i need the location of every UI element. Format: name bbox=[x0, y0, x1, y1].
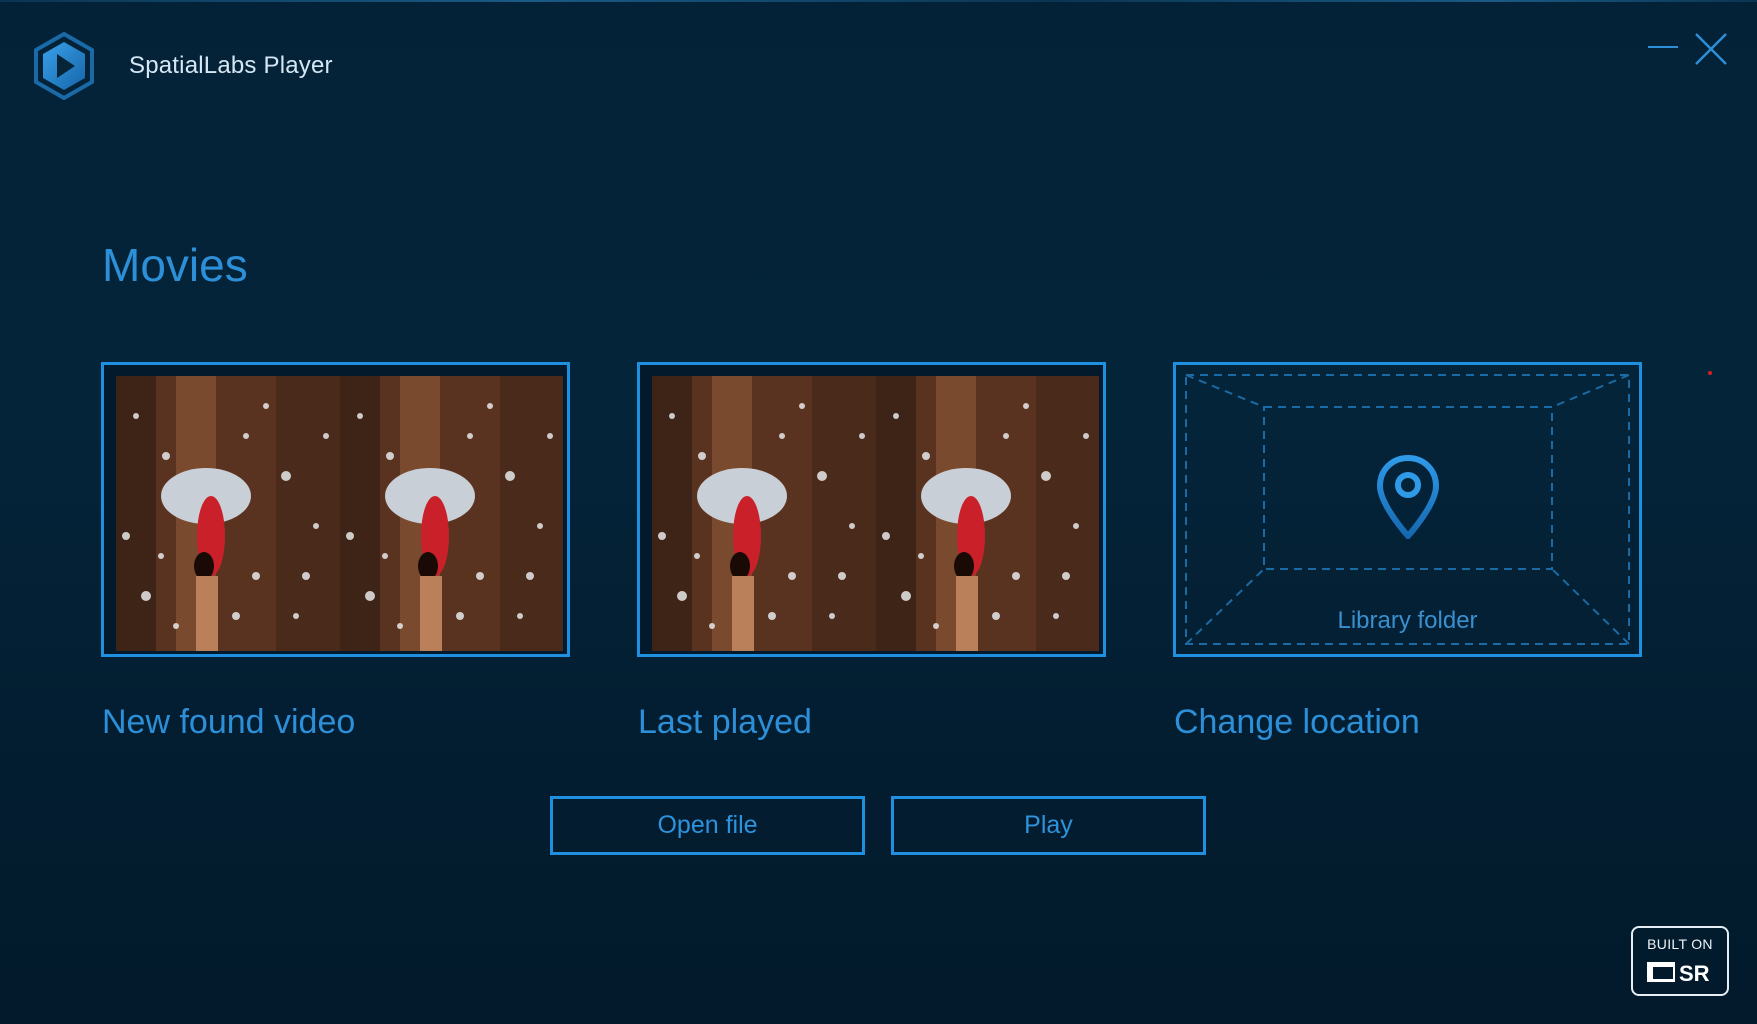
page-title: Movies bbox=[102, 239, 248, 291]
last-played-caption[interactable]: Last played bbox=[638, 703, 812, 742]
minimize-button[interactable] bbox=[1642, 28, 1682, 68]
change-location-caption[interactable]: Change location bbox=[1174, 703, 1420, 742]
library-folder-label: Library folder bbox=[1337, 607, 1478, 634]
video-thumbnail bbox=[116, 376, 563, 651]
change-location-card[interactable]: Library folder bbox=[1173, 362, 1642, 657]
built-on-sr-badge: BUILT ON SR bbox=[1631, 926, 1729, 996]
badge-logo-text: SR bbox=[1679, 961, 1710, 986]
last-played-card[interactable] bbox=[637, 362, 1106, 657]
window-top-border bbox=[0, 0, 1757, 2]
play-button[interactable]: Play bbox=[891, 796, 1206, 855]
close-button[interactable] bbox=[1690, 28, 1730, 68]
video-thumbnail bbox=[652, 376, 1099, 651]
badge-top-text: BUILT ON bbox=[1647, 936, 1713, 952]
open-file-button[interactable]: Open file bbox=[550, 796, 865, 855]
minimize-icon bbox=[1648, 46, 1678, 48]
location-pin-icon bbox=[1376, 455, 1440, 539]
status-dot bbox=[1708, 371, 1712, 375]
app-title: SpatialLabs Player bbox=[129, 52, 333, 79]
new-found-video-caption[interactable]: New found video bbox=[102, 703, 355, 742]
sr-logo-icon: SR bbox=[1647, 961, 1710, 986]
close-icon bbox=[1695, 33, 1727, 65]
app-logo-icon bbox=[33, 31, 95, 101]
new-found-video-card[interactable] bbox=[101, 362, 570, 657]
